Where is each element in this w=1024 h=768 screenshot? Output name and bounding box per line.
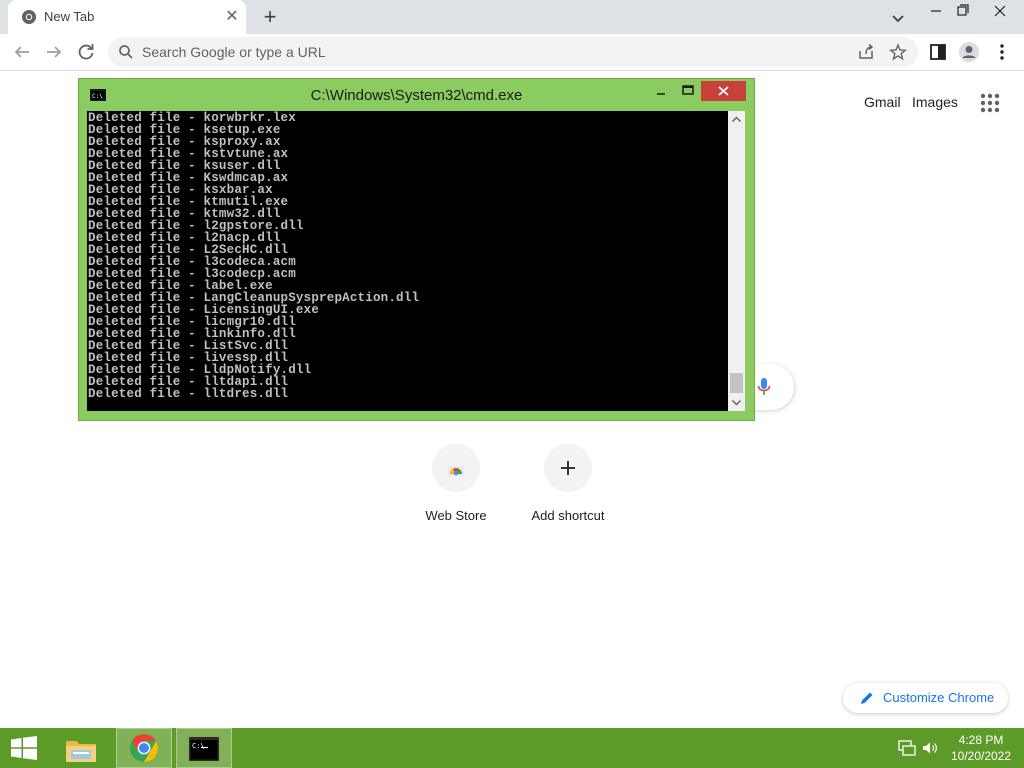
volume-icon[interactable] bbox=[921, 740, 939, 756]
cmd-maximize-icon[interactable] bbox=[677, 81, 699, 101]
reload-icon[interactable] bbox=[73, 39, 99, 65]
network-icon[interactable] bbox=[898, 740, 916, 756]
taskbar-cmd[interactable]: C:\ bbox=[176, 728, 232, 768]
shortcut-tile bbox=[432, 444, 480, 492]
microphone-icon bbox=[757, 378, 771, 395]
tab-strip: New Tab ✕ + bbox=[0, 0, 1024, 34]
side-panel-icon[interactable] bbox=[925, 39, 951, 65]
svg-text:C:\: C:\ bbox=[192, 742, 205, 750]
pencil-icon bbox=[861, 692, 873, 704]
customize-label: Customize Chrome bbox=[883, 690, 995, 705]
browser-toolbar bbox=[0, 34, 1024, 71]
chrome-icon bbox=[22, 10, 36, 24]
shortcut-web-store[interactable]: Web Store bbox=[400, 442, 512, 532]
clock-time[interactable]: 4:28 PM bbox=[944, 733, 1018, 747]
scroll-down-arrow-icon[interactable] bbox=[728, 394, 745, 411]
file-explorer-icon bbox=[66, 741, 96, 762]
cmd-titlebar[interactable]: C:\ C:\Windows\System32\cmd.exe bbox=[79, 79, 754, 109]
scroll-up-arrow-icon[interactable] bbox=[728, 111, 745, 128]
taskbar-chrome[interactable] bbox=[116, 728, 172, 768]
start-button[interactable] bbox=[0, 728, 48, 768]
chrome-icon bbox=[130, 734, 158, 762]
close-tab-icon[interactable]: ✕ bbox=[222, 7, 242, 27]
taskbar: C:\ 4:28 PM 10/20/2022 bbox=[0, 728, 1024, 768]
taskbar-file-explorer[interactable] bbox=[54, 728, 110, 768]
restore-window-icon[interactable] bbox=[946, 0, 978, 22]
address-input[interactable] bbox=[142, 37, 822, 67]
bookmark-star-icon[interactable] bbox=[889, 43, 907, 61]
tab-new-tab[interactable]: New Tab ✕ bbox=[8, 0, 246, 34]
apps-grid-icon[interactable] bbox=[978, 91, 1002, 115]
scrollbar-thumb[interactable] bbox=[730, 373, 743, 393]
chevron-down-icon[interactable] bbox=[886, 7, 910, 29]
cmd-close-icon[interactable] bbox=[701, 81, 746, 101]
share-icon[interactable] bbox=[857, 43, 875, 61]
gmail-link[interactable]: Gmail bbox=[864, 94, 901, 110]
back-icon[interactable] bbox=[9, 39, 35, 65]
shortcut-label: Web Store bbox=[425, 508, 487, 523]
clock-date[interactable]: 10/20/2022 bbox=[944, 749, 1018, 763]
new-tab-button[interactable]: + bbox=[256, 4, 284, 32]
cmd-icon: C:\ bbox=[189, 737, 219, 761]
cmd-scrollbar[interactable] bbox=[728, 111, 745, 411]
cmd-minimize-icon[interactable] bbox=[651, 81, 671, 101]
plus-icon bbox=[561, 461, 575, 475]
console-line: Deleted file - lltdres.dll bbox=[88, 387, 289, 401]
customize-chrome-button[interactable]: Customize Chrome bbox=[843, 683, 1008, 713]
omnibox[interactable] bbox=[108, 37, 918, 67]
profile-avatar-icon[interactable] bbox=[956, 39, 982, 65]
cmd-window[interactable]: C:\ C:\Windows\System32\cmd.exe Deleted … bbox=[78, 78, 755, 421]
images-link[interactable]: Images bbox=[912, 94, 958, 110]
forward-icon[interactable] bbox=[41, 39, 67, 65]
more-menu-icon[interactable] bbox=[989, 39, 1015, 65]
tab-title: New Tab bbox=[44, 9, 95, 24]
shortcut-tile bbox=[544, 444, 592, 492]
search-icon bbox=[119, 45, 133, 59]
web-store-icon bbox=[448, 466, 464, 476]
shortcut-add[interactable]: Add shortcut bbox=[512, 442, 624, 532]
cmd-console-output[interactable]: Deleted file - korwbrkr.lex Deleted file … bbox=[87, 111, 728, 411]
shortcut-label: Add shortcut bbox=[531, 508, 605, 523]
close-window-icon[interactable] bbox=[984, 0, 1016, 22]
windows-logo-icon bbox=[11, 736, 37, 760]
